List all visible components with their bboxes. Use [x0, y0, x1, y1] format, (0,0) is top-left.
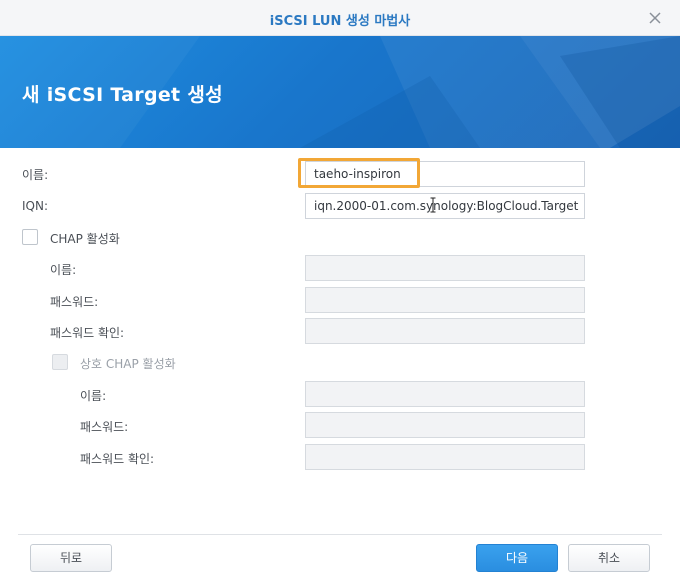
name-field[interactable]: taeho-inspiron [305, 161, 585, 187]
iqn-label: IQN: [22, 199, 49, 213]
mutual-chap-password-confirm-field[interactable] [305, 444, 585, 470]
chap-checkbox[interactable] [22, 229, 38, 245]
window-title: iSCSI LUN 생성 마법사 [269, 14, 411, 29]
chap-name-field[interactable] [305, 255, 585, 281]
cancel-button[interactable]: 취소 [568, 544, 650, 572]
chap-password-confirm-label: 패스워드 확인: [50, 326, 125, 340]
text-cursor-icon [430, 197, 436, 213]
chap-password-label: 패스워드: [50, 295, 99, 309]
mutual-chap-password-field[interactable] [305, 412, 585, 438]
title-bar: iSCSI LUN 생성 마법사 [0, 0, 680, 36]
mutual-chap-name-field[interactable] [305, 381, 585, 407]
name-label: 이름: [22, 168, 49, 182]
back-button[interactable]: 뒤로 [30, 544, 112, 572]
chap-label: CHAP 활성화 [50, 232, 120, 246]
chap-password-field[interactable] [305, 287, 585, 313]
page-heading: 새 iSCSI Target 생성 [22, 84, 223, 106]
wizard-banner: 새 iSCSI Target 생성 [0, 36, 680, 148]
footer-divider [18, 534, 662, 535]
next-button[interactable]: 다음 [476, 544, 558, 572]
chap-name-label: 이름: [50, 263, 77, 277]
mutual-chap-password-confirm-label: 패스워드 확인: [80, 452, 155, 466]
mutual-chap-name-label: 이름: [80, 389, 107, 403]
chap-password-confirm-field[interactable] [305, 318, 585, 344]
mutual-chap-password-label: 패스워드: [80, 420, 129, 434]
mutual-chap-checkbox[interactable] [52, 354, 68, 370]
close-icon[interactable] [646, 9, 664, 27]
mutual-chap-label: 상호 CHAP 활성화 [80, 357, 176, 371]
iqn-field[interactable]: iqn.2000-01.com.synology:BlogCloud.Targe… [305, 193, 585, 219]
